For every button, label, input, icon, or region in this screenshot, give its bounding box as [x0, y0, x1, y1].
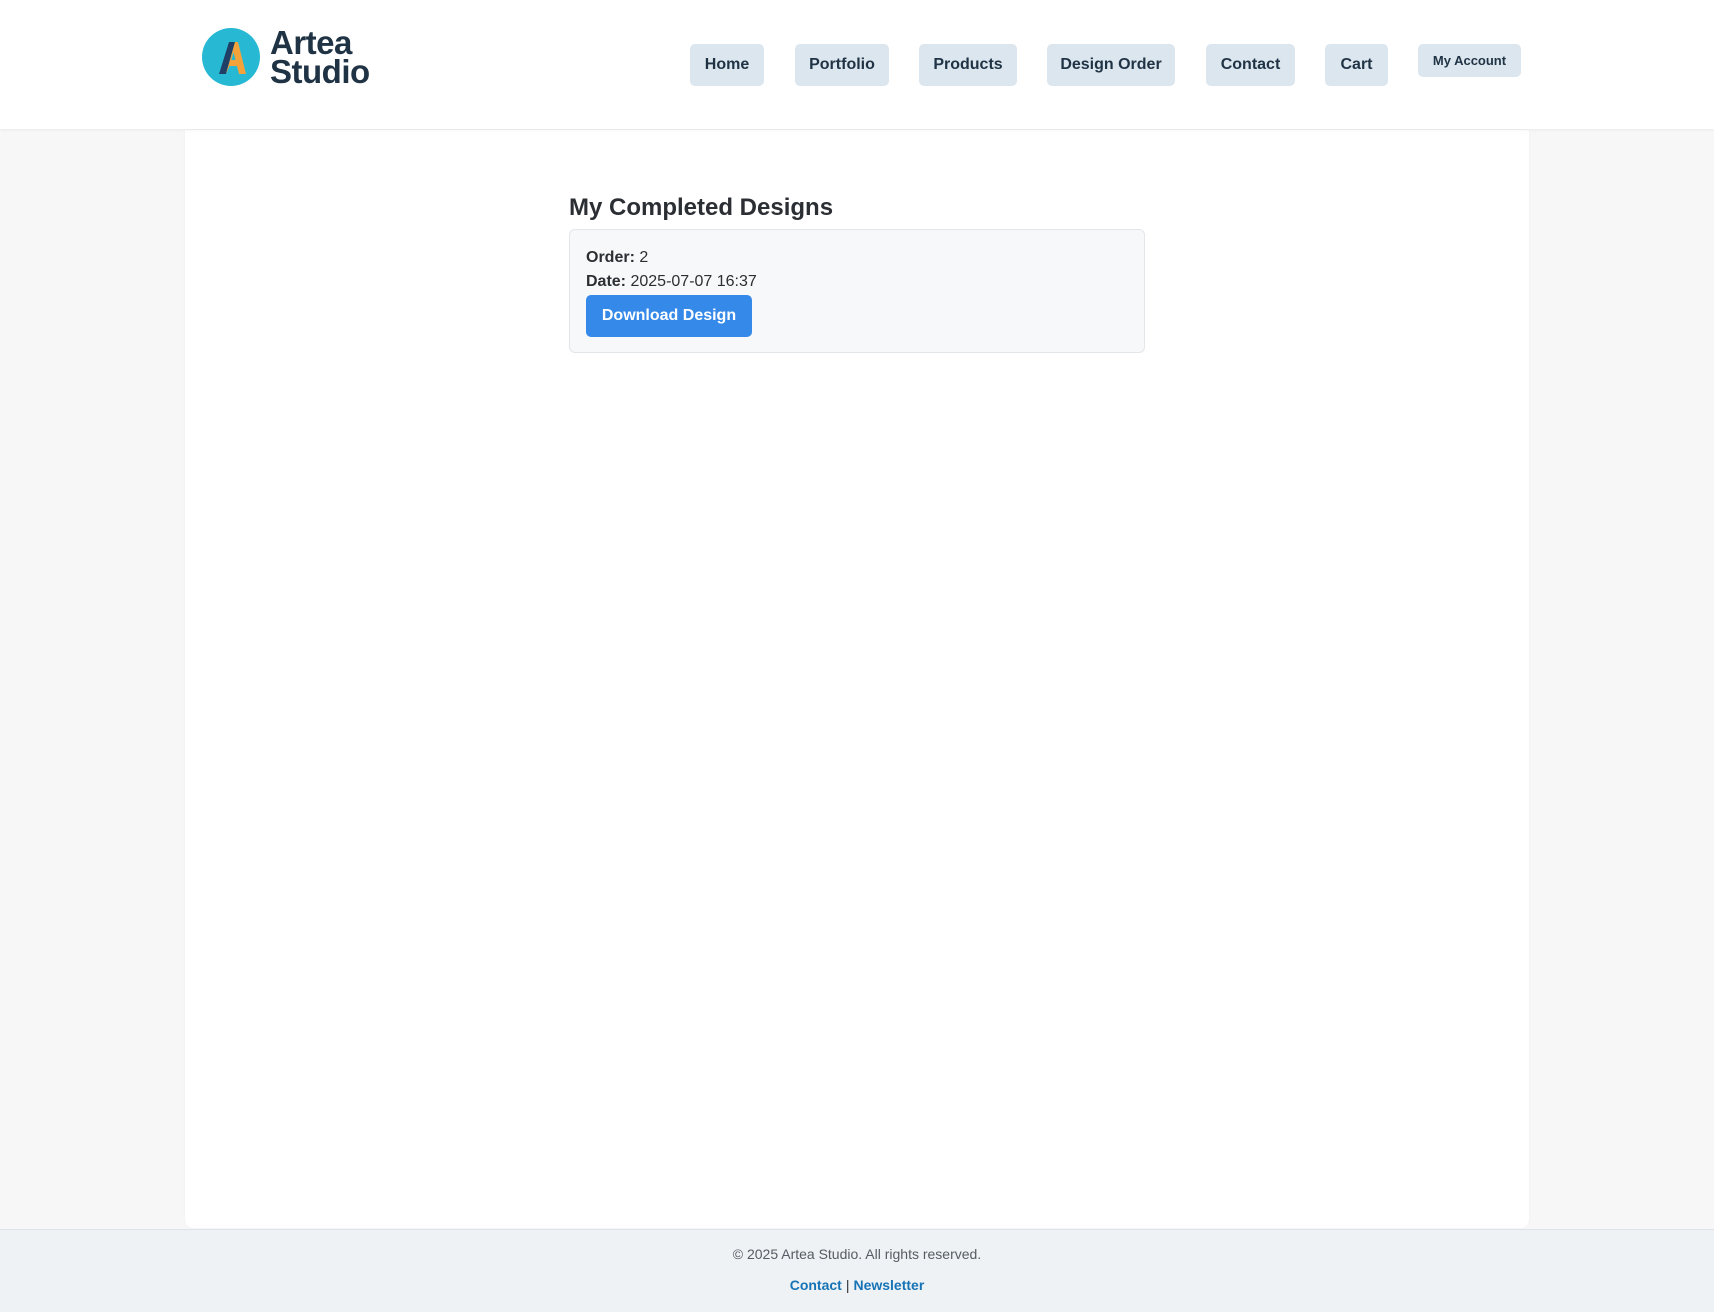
nav-portfolio-button[interactable]: Portfolio	[795, 44, 889, 86]
footer-newsletter-link[interactable]: Newsletter	[853, 1277, 924, 1293]
brand-name: Artea Studio	[270, 26, 370, 90]
completed-design-card: Order: 2 Date: 2025-07-07 16:37 Download…	[569, 229, 1145, 353]
nav-products-button[interactable]: Products	[919, 44, 1017, 86]
order-value: 2	[639, 249, 649, 266]
date-value: 2025-07-07 16:37	[630, 273, 757, 290]
logo[interactable]: Artea Studio	[202, 26, 370, 90]
order-info: Order: 2	[586, 249, 648, 267]
footer-links: Contact | Newsletter	[0, 1277, 1714, 1293]
date-info: Date: 2025-07-07 16:37	[586, 273, 757, 291]
site-header: Artea Studio Home Portfolio Products Des…	[0, 0, 1714, 129]
download-design-button[interactable]: Download Design	[586, 295, 752, 337]
footer-contact-link[interactable]: Contact	[790, 1277, 842, 1293]
copyright-text: © 2025 Artea Studio. All rights reserved…	[732, 1246, 982, 1262]
date-label: Date:	[586, 273, 627, 290]
artea-logo-icon	[202, 28, 260, 86]
nav-home-button[interactable]: Home	[690, 44, 764, 86]
nav-design-order-button[interactable]: Design Order	[1047, 44, 1175, 86]
footer-separator: |	[845, 1277, 850, 1293]
site-footer: © 2025 Artea Studio. All rights reserved…	[0, 1229, 1714, 1312]
page-title: My Completed Designs	[569, 194, 834, 221]
order-label: Order:	[586, 249, 635, 266]
nav-my-account-button[interactable]: My Account	[1418, 44, 1521, 77]
brand-name-line2: Studio	[270, 53, 370, 90]
nav-contact-button[interactable]: Contact	[1206, 44, 1295, 86]
nav-cart-button[interactable]: Cart	[1325, 44, 1388, 86]
